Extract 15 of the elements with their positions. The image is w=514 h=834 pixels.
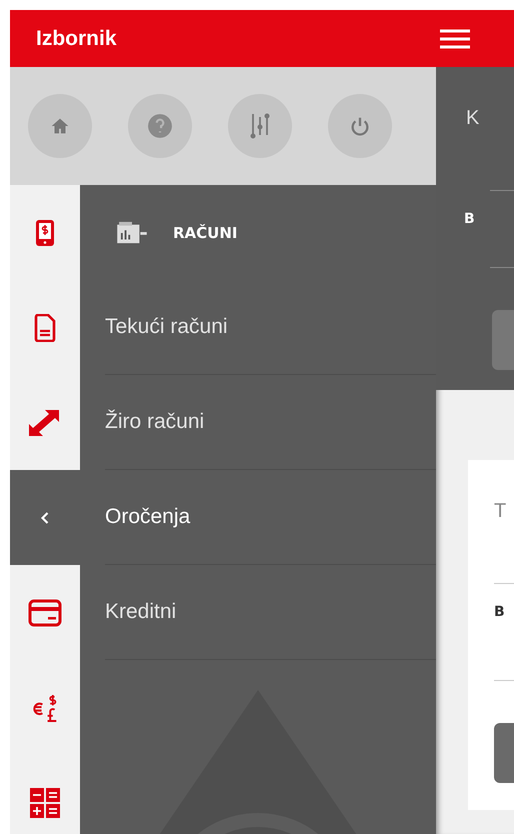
document-icon[interactable] [34,314,56,342]
calculator-icon[interactable] [29,786,61,818]
wallet-chart-icon [115,220,149,244]
credit-card-icon[interactable] [28,598,62,626]
drawer-title: Izbornik [36,26,117,50]
help-icon [147,113,173,139]
panel-label: B [464,211,476,227]
section-title: RAČUNI [173,224,238,242]
panel-label: B [494,604,506,620]
sliders-icon [248,111,272,141]
power-icon [349,115,371,137]
panel-title: K [466,107,480,130]
panel-title: T [494,500,508,523]
chevron-left-icon[interactable] [40,510,50,524]
phone-dollar-icon[interactable] [35,218,55,246]
